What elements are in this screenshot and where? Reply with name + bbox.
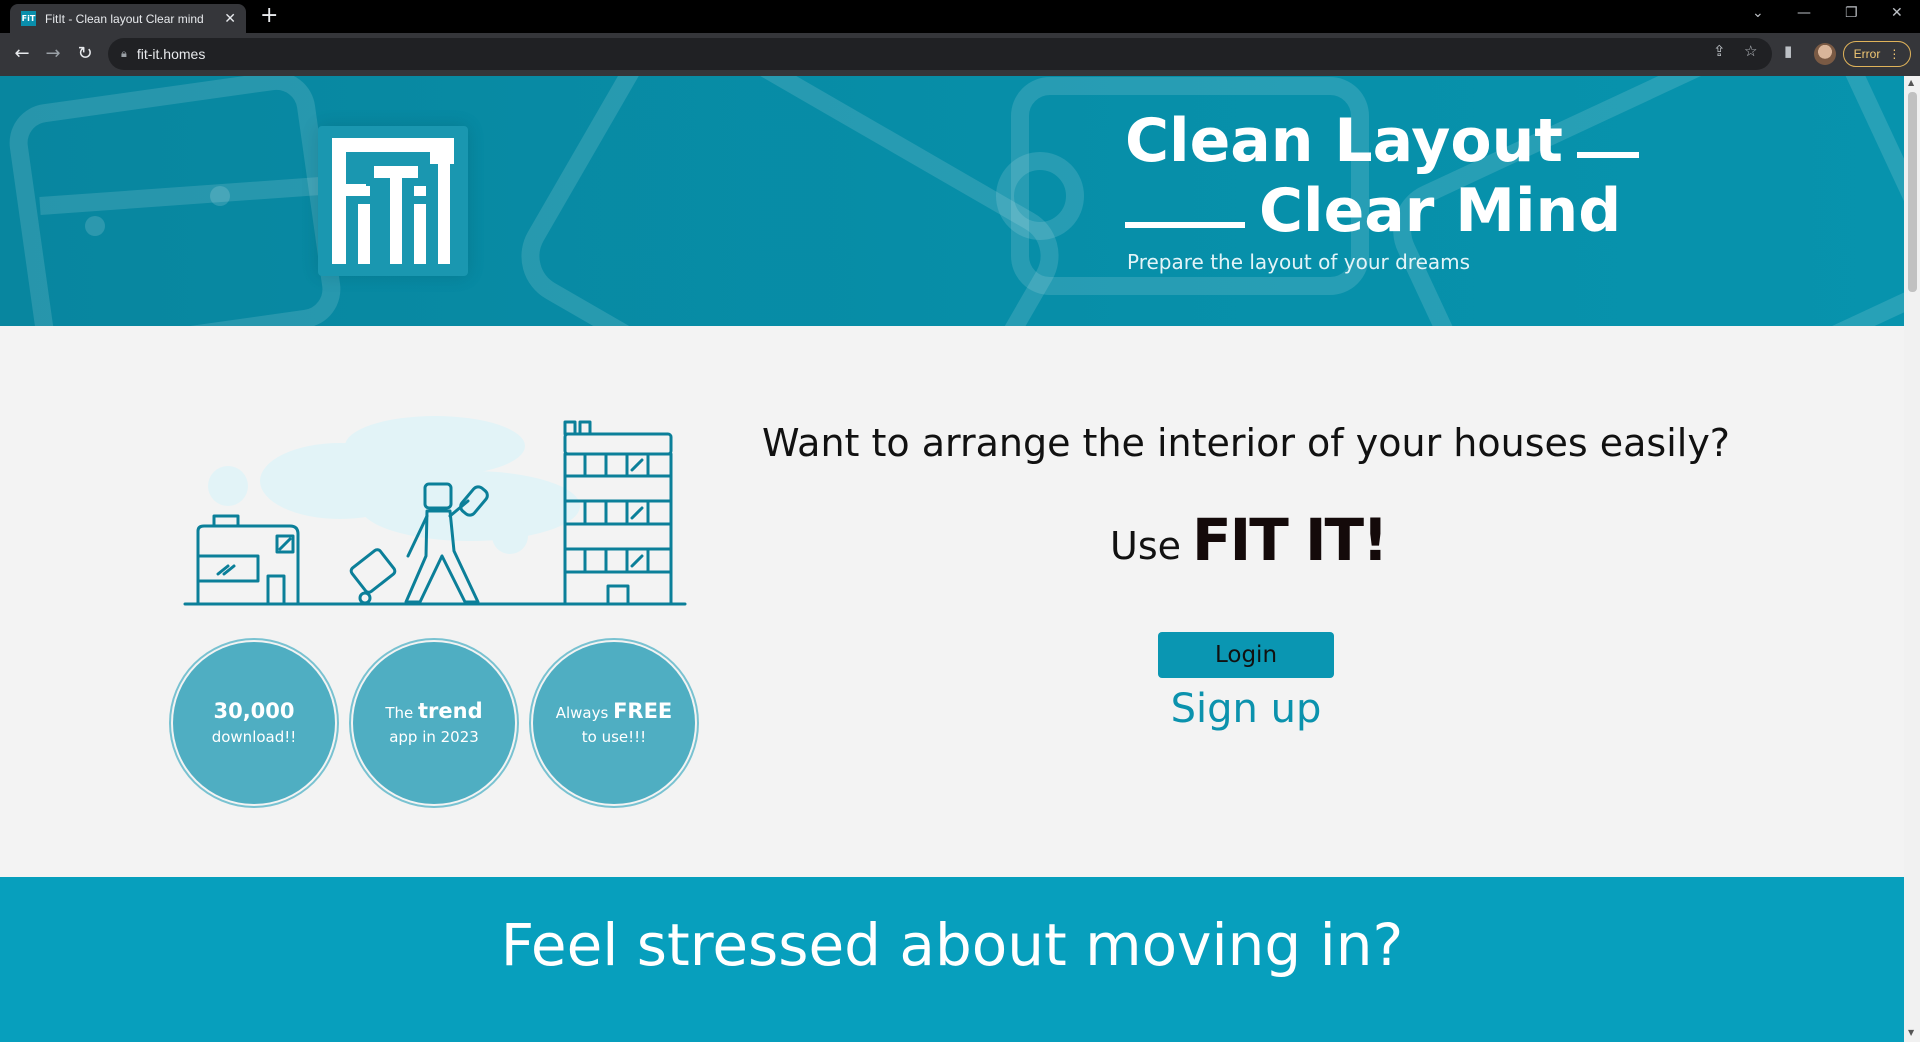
cta-question: Want to arrange the interior of your hou… — [762, 421, 1730, 465]
hero-title: Clean Layout Clear Mind — [1125, 106, 1639, 246]
error-label: Error — [1853, 47, 1881, 61]
profile-avatar[interactable] — [1814, 43, 1836, 65]
stat-free-badge: Always FREE to use!!! — [533, 642, 695, 804]
stat-caption: download!! — [211, 728, 297, 746]
share-icon[interactable]: ⇪ — [1713, 42, 1726, 60]
bookmark-star-icon[interactable]: ☆ — [1744, 42, 1757, 60]
page-scrollbar[interactable]: ▲ ▼ — [1904, 76, 1920, 1042]
minimize-icon[interactable]: — — [1797, 5, 1811, 21]
hero-title-line2: Clear Mind — [1125, 176, 1639, 246]
hero-banner: Clean Layout Clear Mind Prepare the layo… — [0, 76, 1904, 326]
tab-close-icon[interactable]: ✕ — [224, 11, 236, 27]
page-viewport: Clean Layout Clear Mind Prepare the layo… — [0, 76, 1904, 1042]
tab-search-icon[interactable]: ⌄ — [1752, 5, 1764, 21]
profile-error-button[interactable]: Error ⋮ — [1843, 41, 1911, 67]
scroll-up-icon[interactable]: ▲ — [1908, 78, 1914, 87]
stat-trend-badge: The trend app in 2023 — [353, 642, 515, 804]
tab-strip: FiT FitIt - Clean layout Clear mind ✕ + … — [0, 0, 1920, 33]
stat-prefix: Always — [555, 704, 614, 722]
stat-highlight: FREE — [613, 699, 673, 723]
side-panel-icon[interactable]: ▮ — [1784, 42, 1792, 60]
close-window-icon[interactable]: ✕ — [1891, 5, 1903, 21]
fitit-logo-mark — [332, 138, 454, 264]
restore-icon[interactable]: ❐ — [1845, 5, 1858, 21]
reload-icon[interactable]: ↻ — [73, 42, 97, 66]
browser-tab[interactable]: FiT FitIt - Clean layout Clear mind ✕ — [10, 4, 246, 33]
signup-link[interactable]: Sign up — [1158, 686, 1334, 732]
url-text: fit-it.homes — [136, 46, 206, 62]
section-heading: Feel stressed about moving in? — [500, 911, 1404, 979]
forward-icon[interactable]: → — [41, 42, 65, 66]
new-tab-icon[interactable]: + — [260, 3, 278, 29]
fitit-logo[interactable] — [318, 126, 468, 276]
tab-title: FitIt - Clean layout Clear mind — [45, 11, 204, 26]
back-icon[interactable]: ← — [10, 42, 34, 66]
address-bar[interactable]: 🔒︎ fit-it.homes — [108, 38, 1772, 70]
browser-toolbar: ← → ↻ 🔒︎ fit-it.homes ⇪ ☆ ▮ Error ⋮ — [0, 33, 1920, 76]
scroll-down-icon[interactable]: ▼ — [1908, 1028, 1914, 1037]
stat-caption: app in 2023 — [389, 728, 479, 746]
stat-highlight: 30,000 — [213, 699, 295, 723]
stat-highlight: trend — [418, 699, 483, 723]
moving-stress-section: Feel stressed about moving in? — [0, 877, 1904, 1042]
stat-downloads-badge: 30,000 download!! — [173, 642, 335, 804]
cta-brand-name: FIT IT! — [1192, 506, 1389, 574]
lock-icon[interactable]: 🔒︎ — [121, 47, 127, 61]
scrollbar-thumb[interactable] — [1908, 92, 1917, 292]
hero-title-line1: Clean Layout — [1125, 106, 1639, 176]
stat-caption: to use!!! — [581, 728, 647, 746]
stat-prefix: The — [385, 704, 419, 722]
cta-use-prefix: Use — [1110, 524, 1181, 568]
login-button[interactable]: Login — [1158, 632, 1334, 678]
hero-subtitle: Prepare the layout of your dreams — [1127, 250, 1471, 274]
favicon-icon: FiT — [21, 11, 36, 26]
kebab-menu-icon: ⋮ — [1888, 47, 1901, 61]
